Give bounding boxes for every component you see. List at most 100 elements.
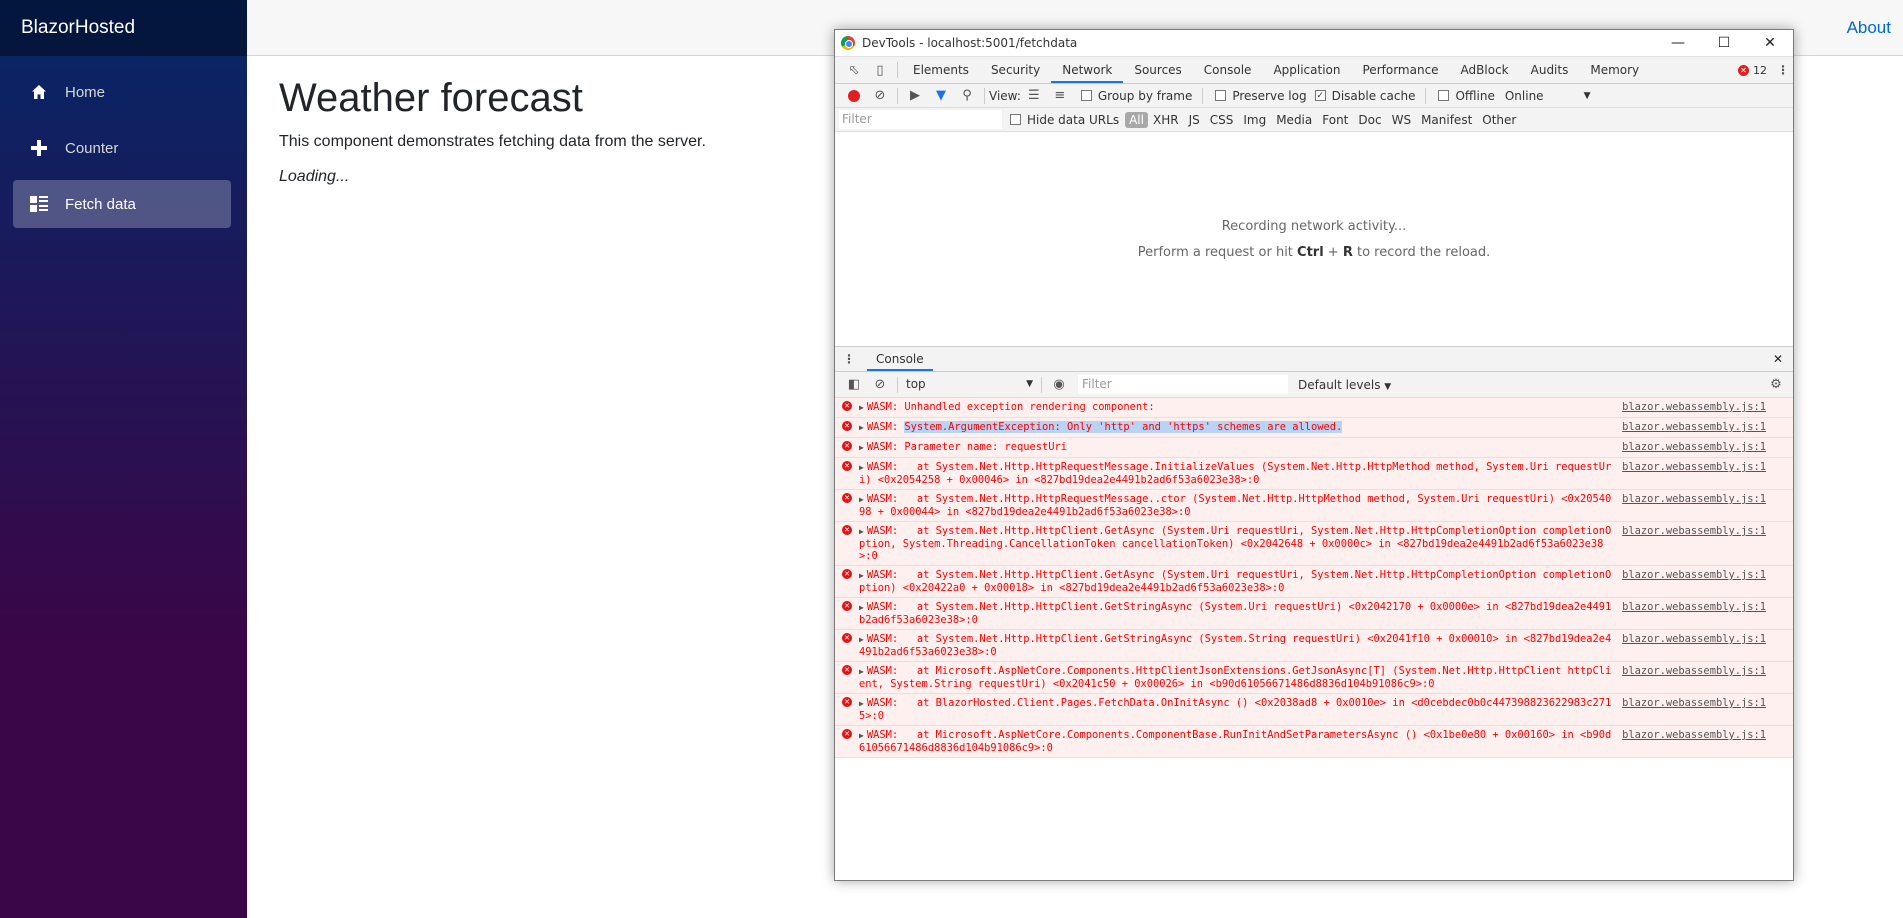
expand-triangle-icon[interactable]: ▶	[859, 527, 864, 536]
drawer-menu-icon[interactable]: ⋮	[839, 352, 859, 366]
tab-network[interactable]: Network	[1051, 57, 1124, 83]
clear-console-icon[interactable]: ⊘	[867, 373, 893, 397]
console-error-message[interactable]: ✕ ▶ WASM: Unhandled exception rendering co…	[835, 398, 1793, 418]
disable-cache-checkbox[interactable]: ✓	[1314, 90, 1326, 101]
console-filter-input[interactable]: Filter	[1078, 375, 1288, 394]
expand-triangle-icon[interactable]: ▶	[859, 403, 864, 412]
source-link[interactable]: blazor.webassembly.js:1	[1622, 401, 1766, 413]
inspect-element-icon[interactable]: ⬁	[841, 58, 867, 82]
divider	[897, 376, 898, 393]
devtools-titlebar[interactable]: DevTools - localhost:5001/fetchdata — ☐ …	[835, 30, 1793, 57]
console-error-message[interactable]: ✕ ▶ WASM: at Microsoft.AspNetCore.Componen…	[835, 662, 1793, 694]
console-error-message[interactable]: ✕ ▶ WASM: at System.Net.Http.HttpClient.Ge…	[835, 598, 1793, 630]
filter-type-js[interactable]: JS	[1184, 113, 1205, 127]
tab-audits[interactable]: Audits	[1520, 57, 1580, 83]
filter-type-ws[interactable]: WS	[1387, 113, 1416, 127]
nav-item-fetch-data[interactable]: Fetch data	[13, 180, 231, 228]
console-error-message[interactable]: ✕ ▶ WASM: at BlazorHosted.Client.Pages.Fet…	[835, 694, 1793, 726]
expand-triangle-icon[interactable]: ▶	[859, 571, 864, 580]
console-error-message[interactable]: ✕ ▶ WASM: at System.Net.Http.HttpClient.Ge…	[835, 522, 1793, 566]
waterfall-icon[interactable]: ≡	[1047, 84, 1073, 108]
expand-triangle-icon[interactable]: ▶	[859, 443, 864, 452]
search-icon[interactable]: ⚲	[954, 84, 980, 108]
eye-icon[interactable]: ◉	[1046, 373, 1072, 397]
source-link[interactable]: blazor.webassembly.js:1	[1622, 569, 1766, 581]
tab-application[interactable]: Application	[1262, 57, 1351, 83]
source-link[interactable]: blazor.webassembly.js:1	[1622, 697, 1766, 709]
close-drawer-icon[interactable]: ✕	[1763, 347, 1793, 371]
filter-funnel-icon[interactable]: ▼	[928, 84, 954, 108]
tab-memory[interactable]: Memory	[1579, 57, 1650, 83]
error-counter[interactable]: ✕ 12	[1738, 64, 1773, 77]
expand-triangle-icon[interactable]: ▶	[859, 603, 864, 612]
source-link[interactable]: blazor.webassembly.js:1	[1622, 441, 1766, 453]
record-button[interactable]	[848, 89, 860, 102]
expand-triangle-icon[interactable]: ▶	[859, 423, 864, 432]
source-link[interactable]: blazor.webassembly.js:1	[1622, 493, 1766, 505]
throttling-select[interactable]: Online	[1505, 89, 1544, 103]
console-error-message[interactable]: ✕ ▶ WASM: at System.Net.Http.HttpRequestMe…	[835, 458, 1793, 490]
context-select[interactable]: top ▼	[902, 375, 1037, 394]
hide-data-urls-checkbox[interactable]	[1010, 114, 1021, 125]
chevron-down-icon[interactable]: ▼	[1584, 91, 1591, 101]
source-link[interactable]: blazor.webassembly.js:1	[1622, 601, 1766, 613]
message-body: at System.Net.Http.HttpRequestMessage..c…	[859, 493, 1612, 518]
maximize-button[interactable]: ☐	[1701, 30, 1747, 57]
expand-triangle-icon[interactable]: ▶	[859, 635, 864, 644]
offline-checkbox[interactable]	[1438, 90, 1450, 101]
device-toolbar-icon[interactable]: ▯	[867, 58, 893, 82]
filter-type-manifest[interactable]: Manifest	[1416, 113, 1477, 127]
network-filter-input[interactable]: Filter	[839, 110, 1002, 129]
filter-type-media[interactable]: Media	[1271, 113, 1317, 127]
expand-triangle-icon[interactable]: ▶	[859, 667, 864, 676]
tab-adblock[interactable]: AdBlock	[1450, 57, 1520, 83]
error-icon: ✕	[842, 569, 852, 579]
filter-type-other[interactable]: Other	[1477, 113, 1521, 127]
preserve-log-checkbox[interactable]	[1215, 90, 1227, 101]
about-link[interactable]: About	[1847, 18, 1891, 38]
filter-type-xhr[interactable]: XHR	[1148, 113, 1184, 127]
source-link[interactable]: blazor.webassembly.js:1	[1622, 421, 1766, 433]
source-link[interactable]: blazor.webassembly.js:1	[1622, 665, 1766, 677]
nav-item-counter[interactable]: Counter	[13, 124, 231, 172]
tab-console[interactable]: Console	[1193, 57, 1263, 83]
group-by-frame-checkbox[interactable]	[1080, 90, 1092, 101]
filter-type-all[interactable]: All	[1125, 111, 1148, 128]
minimize-button[interactable]: —	[1655, 30, 1701, 57]
filter-type-font[interactable]: Font	[1317, 113, 1353, 127]
expand-triangle-icon[interactable]: ▶	[859, 699, 864, 708]
tab-security[interactable]: Security	[980, 57, 1051, 83]
clear-icon[interactable]: ⊘	[867, 84, 893, 108]
more-options-icon[interactable]: ⋮	[1773, 63, 1793, 77]
console-error-message[interactable]: ✕ ▶ WASM: at System.Net.Http.HttpClient.Ge…	[835, 566, 1793, 598]
error-icon: ✕	[842, 401, 852, 411]
log-levels-select[interactable]: Default levels ▼	[1298, 378, 1391, 392]
expand-triangle-icon[interactable]: ▶	[859, 731, 864, 740]
expand-triangle-icon[interactable]: ▶	[859, 463, 864, 472]
console-error-message[interactable]: ✕ ▶ WASM: System.ArgumentException: Only '…	[835, 418, 1793, 438]
brand-title[interactable]: BlazorHosted	[0, 0, 247, 56]
video-camera-icon[interactable]: ▶	[902, 84, 928, 108]
message-body: at BlazorHosted.Client.Pages.FetchData.O…	[859, 697, 1612, 722]
source-link[interactable]: blazor.webassembly.js:1	[1622, 525, 1766, 537]
tab-elements[interactable]: Elements	[902, 57, 980, 83]
filter-type-doc[interactable]: Doc	[1353, 113, 1386, 127]
tab-performance[interactable]: Performance	[1352, 57, 1450, 83]
tab-sources[interactable]: Sources	[1123, 57, 1192, 83]
expand-triangle-icon[interactable]: ▶	[859, 495, 864, 504]
close-window-button[interactable]: ✕	[1747, 30, 1793, 57]
console-error-message[interactable]: ✕ ▶ WASM: at System.Net.Http.HttpRequestMe…	[835, 490, 1793, 522]
nav-item-home[interactable]: Home	[13, 68, 231, 116]
source-link[interactable]: blazor.webassembly.js:1	[1622, 729, 1766, 741]
source-link[interactable]: blazor.webassembly.js:1	[1622, 633, 1766, 645]
console-error-message[interactable]: ✕ ▶ WASM: Parameter name: requestUri blazor…	[835, 438, 1793, 458]
drawer-tab-console[interactable]: Console	[867, 347, 933, 371]
filter-type-css[interactable]: CSS	[1205, 113, 1239, 127]
gear-icon[interactable]: ⚙	[1763, 373, 1789, 397]
filter-type-img[interactable]: Img	[1238, 113, 1271, 127]
console-error-message[interactable]: ✕ ▶ WASM: at System.Net.Http.HttpClient.Ge…	[835, 630, 1793, 662]
sidebar-toggle-icon[interactable]: ◧	[841, 373, 867, 397]
console-error-message[interactable]: ✕ ▶ WASM: at Microsoft.AspNetCore.Componen…	[835, 726, 1793, 758]
large-rows-icon[interactable]: ☰	[1021, 84, 1047, 108]
source-link[interactable]: blazor.webassembly.js:1	[1622, 461, 1766, 473]
